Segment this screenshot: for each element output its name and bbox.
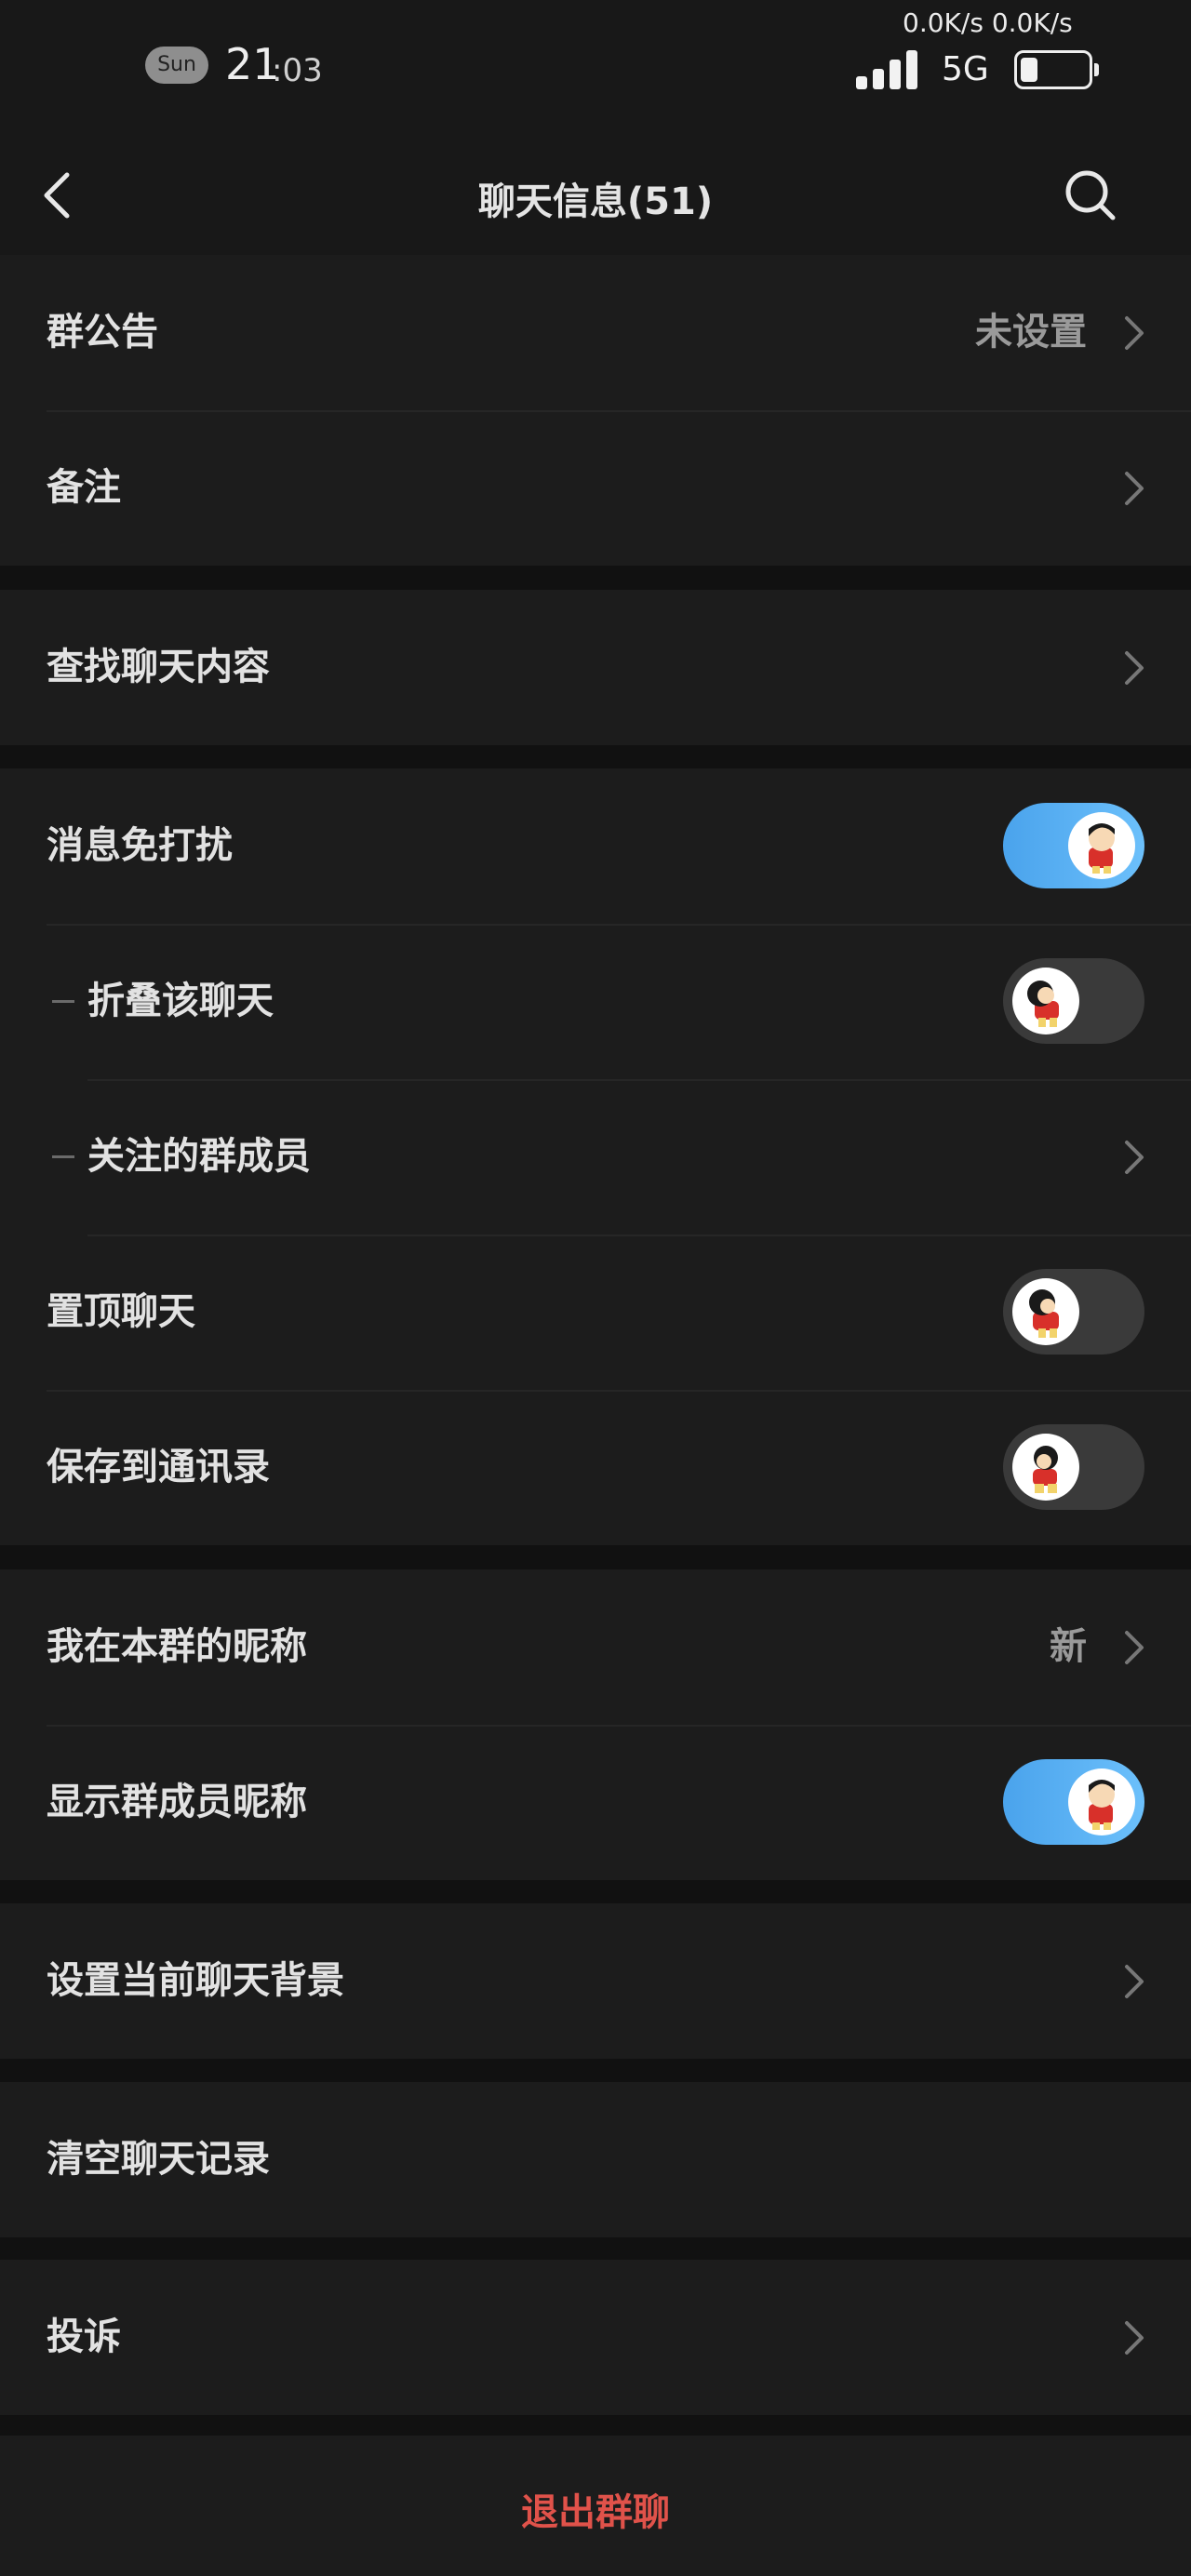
row-show-member-nicknames: 显示群成员昵称: [0, 1725, 1191, 1880]
row-label: 查找聊天内容: [47, 646, 270, 688]
chevron-right-icon: [1125, 2321, 1144, 2355]
clock-minute: :03: [272, 52, 323, 89]
settings-group-search: 查找聊天内容: [0, 590, 1191, 745]
search-icon[interactable]: [1061, 166, 1120, 225]
row-value: 未设置: [975, 311, 1087, 354]
toggle-knob-cartoon-icon: [1012, 1278, 1079, 1345]
chat-info-screen: Sun 21 :03 0.0K/s 0.0K/s 5G 聊天信息(51) 群公告…: [0, 0, 1191, 2576]
network-speed: 0.0K/s 0.0K/s: [903, 7, 1073, 38]
indent-dash: [52, 1000, 74, 1003]
save-to-contacts-toggle[interactable]: [1003, 1424, 1144, 1510]
fold-chat-toggle[interactable]: [1003, 958, 1144, 1044]
chevron-right-icon: [1125, 1965, 1144, 1998]
row-label: 清空聊天记录: [47, 2138, 270, 2181]
do-not-disturb-toggle[interactable]: [1003, 803, 1144, 888]
settings-group-background: 设置当前聊天背景: [0, 1903, 1191, 2059]
pin-chat-toggle[interactable]: [1003, 1269, 1144, 1355]
toggle-knob-cartoon-icon: [1068, 812, 1135, 879]
row-label: 置顶聊天: [47, 1290, 195, 1333]
row-fold-chat: 折叠该聊天: [0, 924, 1191, 1079]
chevron-right-icon: [1125, 1141, 1144, 1174]
row-remark[interactable]: 备注: [0, 410, 1191, 566]
row-pin-chat: 置顶聊天: [0, 1235, 1191, 1390]
exit-group-area: 退出群聊: [0, 2436, 1191, 2576]
exit-group-button[interactable]: 退出群聊: [0, 2436, 1191, 2576]
settings-group-clear-history: 清空聊天记录: [0, 2082, 1191, 2237]
row-label: 我在本群的昵称: [47, 1625, 307, 1668]
row-search-chat-content[interactable]: 查找聊天内容: [0, 590, 1191, 745]
settings-group-complaint: 投诉: [0, 2260, 1191, 2415]
row-followed-members[interactable]: 关注的群成员: [0, 1079, 1191, 1235]
day-badge: Sun: [145, 47, 208, 84]
row-label: 群公告: [47, 311, 158, 354]
row-label: 显示群成员昵称: [47, 1781, 307, 1823]
row-save-to-contacts: 保存到通讯录: [0, 1390, 1191, 1545]
show-member-nicknames-toggle[interactable]: [1003, 1759, 1144, 1845]
navigation-bar: 聊天信息(51): [0, 140, 1191, 255]
status-bar: Sun 21 :03 0.0K/s 0.0K/s 5G: [0, 0, 1191, 140]
chevron-right-icon: [1125, 316, 1144, 350]
row-chat-background[interactable]: 设置当前聊天背景: [0, 1903, 1191, 2059]
page-title: 聊天信息(51): [477, 180, 714, 223]
indent-dash: [52, 1155, 74, 1158]
chevron-right-icon: [1125, 1631, 1144, 1664]
row-my-group-nickname[interactable]: 我在本群的昵称 新: [0, 1569, 1191, 1725]
row-label: 设置当前聊天背景: [47, 1959, 344, 2002]
toggle-knob-cartoon-icon: [1012, 968, 1079, 1034]
row-label: 投诉: [47, 2316, 121, 2358]
row-do-not-disturb: 消息免打扰: [0, 768, 1191, 924]
row-label: 备注: [47, 466, 121, 509]
toggle-knob-cartoon-icon: [1068, 1768, 1135, 1835]
settings-group-nickname: 我在本群的昵称 新 显示群成员昵称: [0, 1569, 1191, 1880]
signal-icon: [856, 50, 921, 89]
battery-icon: [1014, 50, 1092, 89]
network-type: 5G: [942, 50, 989, 88]
row-complaint[interactable]: 投诉: [0, 2260, 1191, 2415]
row-label: 消息免打扰: [47, 824, 233, 867]
row-label: 关注的群成员: [87, 1135, 311, 1178]
battery-cap: [1094, 63, 1099, 76]
row-group-announcement[interactable]: 群公告 未设置: [0, 255, 1191, 410]
chevron-right-icon: [1125, 472, 1144, 505]
row-clear-chat-history[interactable]: 清空聊天记录: [0, 2082, 1191, 2237]
settings-group-notifications: 消息免打扰 折叠该聊天 关注的群成员 置顶聊天 保存到通讯录: [0, 768, 1191, 1545]
row-value: 新: [1050, 1625, 1087, 1668]
row-label: 保存到通讯录: [47, 1446, 270, 1488]
row-label: 折叠该聊天: [87, 980, 274, 1022]
chevron-right-icon: [1125, 651, 1144, 685]
toggle-knob-cartoon-icon: [1012, 1434, 1079, 1501]
settings-group-announcement: 群公告 未设置 备注: [0, 255, 1191, 566]
